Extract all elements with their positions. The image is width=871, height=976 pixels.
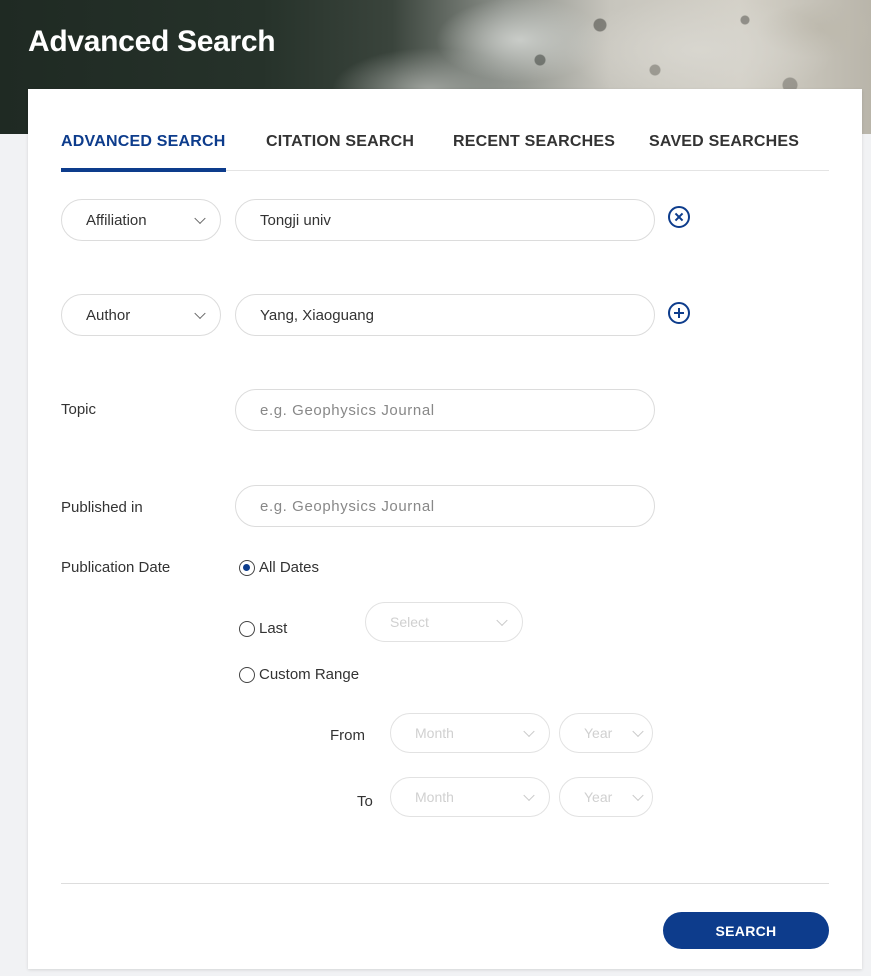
- to-month-placeholder: Month: [415, 789, 454, 805]
- to-year-select[interactable]: Year: [559, 777, 653, 817]
- to-year-placeholder: Year: [584, 789, 613, 805]
- from-year-select[interactable]: Year: [559, 713, 653, 753]
- author-input[interactable]: [260, 306, 654, 324]
- search-button[interactable]: SEARCH: [663, 912, 829, 949]
- radio-custom-range[interactable]: Custom Range: [239, 666, 359, 683]
- affiliation-input[interactable]: [260, 211, 654, 229]
- topic-input[interactable]: [260, 401, 654, 419]
- chevron-down-icon: [523, 789, 535, 802]
- plus-circle-icon[interactable]: [668, 302, 690, 324]
- field-select-label: Affiliation: [86, 211, 147, 229]
- field-select-author[interactable]: Author: [61, 294, 221, 336]
- chevron-down-icon: [194, 307, 206, 320]
- radio-all-dates-label: All Dates: [259, 559, 320, 576]
- radio-all-dates[interactable]: All Dates: [239, 559, 319, 576]
- field-select-label: Author: [86, 306, 131, 324]
- page-title: Advanced Search: [28, 25, 276, 58]
- from-month-placeholder: Month: [415, 725, 454, 741]
- from-label: From: [330, 727, 365, 744]
- field-select-affiliation[interactable]: Affiliation: [61, 199, 221, 241]
- divider: [61, 883, 829, 884]
- to-label: To: [357, 793, 373, 810]
- last-period-select-placeholder: Select: [390, 614, 429, 630]
- radio-last[interactable]: Last: [239, 620, 287, 637]
- affiliation-input-wrapper: [235, 199, 655, 241]
- published-in-input-wrapper: [235, 485, 655, 527]
- published-in-label: Published in: [61, 499, 143, 516]
- chevron-down-icon: [632, 725, 644, 738]
- published-in-input[interactable]: [260, 497, 654, 515]
- search-tabs: ADVANCED SEARCH CITATION SEARCH RECENT S…: [61, 133, 829, 172]
- radio-unchecked-icon: [239, 666, 255, 683]
- from-month-select[interactable]: Month: [390, 713, 550, 753]
- author-input-wrapper: [235, 294, 655, 336]
- tab-saved-searches[interactable]: SAVED SEARCHES: [649, 133, 799, 171]
- tab-recent-searches[interactable]: RECENT SEARCHES: [453, 133, 615, 171]
- radio-unchecked-icon: [239, 620, 255, 637]
- close-circle-icon[interactable]: [668, 206, 690, 228]
- chevron-down-icon: [496, 614, 508, 627]
- publication-date-label: Publication Date: [61, 559, 171, 576]
- advanced-search-panel: ADVANCED SEARCH CITATION SEARCH RECENT S…: [28, 89, 862, 969]
- tab-advanced-search[interactable]: ADVANCED SEARCH: [61, 133, 226, 172]
- last-period-select[interactable]: Select: [365, 602, 523, 642]
- radio-last-label: Last: [259, 620, 288, 637]
- radio-checked-icon: [239, 559, 255, 576]
- chevron-down-icon: [523, 725, 535, 738]
- radio-custom-range-label: Custom Range: [259, 666, 360, 683]
- topic-input-wrapper: [235, 389, 655, 431]
- topic-label: Topic: [61, 401, 97, 418]
- chevron-down-icon: [194, 212, 206, 225]
- chevron-down-icon: [632, 789, 644, 802]
- from-year-placeholder: Year: [584, 725, 613, 741]
- to-month-select[interactable]: Month: [390, 777, 550, 817]
- tab-citation-search[interactable]: CITATION SEARCH: [266, 133, 414, 171]
